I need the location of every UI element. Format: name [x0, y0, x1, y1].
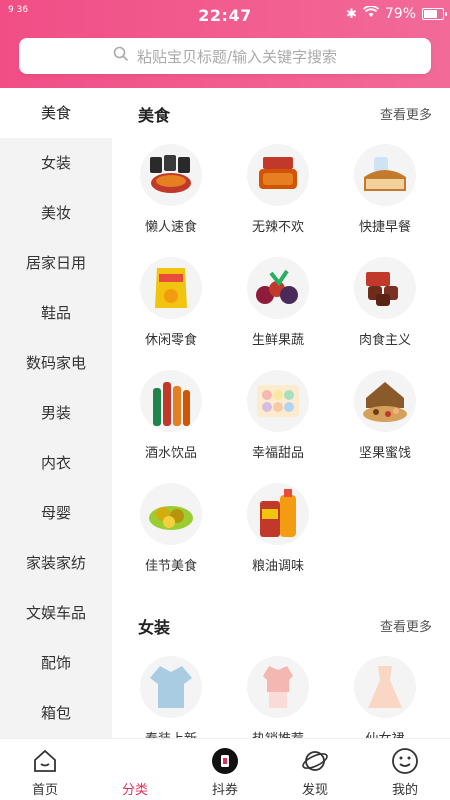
subcategory-item[interactable]: 快捷早餐 — [329, 134, 441, 246]
subcategory-label: 仙女裙 — [329, 728, 441, 738]
sidebar-item[interactable]: 美妆 — [0, 188, 112, 238]
subcategory-item[interactable]: 无辣不欢 — [222, 134, 334, 246]
subcategory-item[interactable]: 热销推荐 — [222, 646, 334, 738]
subcategory-label: 热销推荐 — [222, 728, 334, 738]
section-header: 美食 查看更多 — [112, 88, 450, 134]
subcategory-label: 坚果蜜饯 — [358, 446, 411, 461]
tab-label: 我的 — [391, 783, 418, 798]
macaron-icon — [247, 370, 309, 432]
subcategory-item[interactable]: 幸福甜品 — [222, 360, 334, 472]
sidebar-item[interactable]: 母婴 — [0, 488, 112, 538]
douyin-icon — [211, 747, 239, 775]
subcategory-label: 休闲零食 — [144, 333, 197, 348]
zongzi-icon — [140, 483, 202, 545]
drinks-icon — [140, 370, 202, 432]
subcategory-label: 粮油调味 — [251, 559, 304, 574]
spicy-meat-icon — [247, 144, 309, 206]
subcategory-item[interactable]: 仙女裙 — [329, 646, 441, 738]
battery-percent: 79% — [384, 6, 416, 22]
sidebar-item[interactable]: 家装家纺 — [0, 538, 112, 588]
tab-smile[interactable]: 我的 — [360, 739, 450, 800]
sidebar-item[interactable]: 内衣 — [0, 438, 112, 488]
view-more-link[interactable]: 查看更多 — [380, 616, 432, 635]
subcategory-item[interactable]: 生鲜果蔬 — [222, 247, 334, 359]
search-bar[interactable]: 粘贴宝贝标题/输入关键字搜索 — [19, 38, 431, 74]
chips-icon — [140, 257, 202, 319]
category-section: 女装 查看更多春装上新热销推荐仙女裙 — [112, 600, 450, 738]
subcategory-label: 佳节美食 — [144, 559, 197, 574]
meat-icon — [354, 257, 416, 319]
status-bar: 9 36 22:47 ✱ 79% — [0, 0, 450, 32]
tab-planet[interactable]: 发现 — [270, 739, 360, 800]
header: 9 36 22:47 ✱ 79% 粘贴宝贝标题/输入关键字搜索 — [0, 0, 450, 88]
sidebar-item[interactable]: 女装 — [0, 138, 112, 188]
sidebar-item[interactable]: 数码家电 — [0, 338, 112, 388]
subcategory-item[interactable]: 休闲零食 — [115, 247, 227, 359]
subcategory-label: 懒人速食 — [144, 220, 197, 235]
subcategory-item[interactable]: 春装上新 — [115, 646, 227, 738]
category-icon — [121, 747, 149, 775]
sidebar-item[interactable]: 居家日用 — [0, 238, 112, 288]
home-icon — [31, 747, 59, 775]
subcategory-item[interactable]: 坚果蜜饯 — [329, 360, 441, 472]
subcategory-item[interactable]: 粮油调味 — [222, 473, 334, 585]
tab-label: 发现 — [301, 783, 328, 798]
tab-category[interactable]: 分类 — [90, 739, 180, 800]
category-content: 美食 查看更多 懒人速食 无辣不欢 快捷早餐 休闲零食 生鲜果蔬 肉食主义 酒水饮品 幸福甜品 坚果… — [112, 88, 450, 738]
bottom-nav: 首页 分类 抖券 发现 我的 — [0, 738, 450, 800]
sidebar-item[interactable]: 文娱车品 — [0, 588, 112, 638]
subcategory-label: 春装上新 — [115, 728, 227, 738]
outfit-icon — [247, 656, 309, 718]
subcategory-label: 幸福甜品 — [251, 446, 304, 461]
section-title: 美食 — [138, 106, 171, 125]
subcategory-label: 肉食主义 — [358, 333, 411, 348]
smile-icon — [391, 747, 419, 775]
sidebar-item[interactable]: 男装 — [0, 388, 112, 438]
wifi-icon — [362, 5, 379, 22]
fruit-icon — [247, 257, 309, 319]
tab-label: 首页 — [31, 783, 58, 798]
sidebar-item[interactable]: 箱包 — [0, 688, 112, 738]
section-title: 女装 — [138, 618, 171, 637]
tab-label: 抖券 — [211, 783, 238, 798]
view-more-link[interactable]: 查看更多 — [380, 104, 432, 123]
battery-icon — [422, 8, 447, 20]
bread-icon — [354, 144, 416, 206]
subcategory-item[interactable]: 肉食主义 — [329, 247, 441, 359]
search-input[interactable]: 粘贴宝贝标题/输入关键字搜索 — [137, 46, 337, 67]
subcategory-label: 快捷早餐 — [358, 220, 411, 235]
status-right: ✱ 79% — [345, 5, 447, 22]
category-section: 美食 查看更多懒人速食 无辣不欢 快捷早餐休闲零食 生鲜果蔬 肉食主义酒水饮品 幸福甜品 坚果… — [112, 88, 450, 574]
category-sidebar: 美食 女装 美妆 居家日用 鞋品 数码家电 男装 内衣 母婴 家装家纺 文娱车品 配饰 箱包 — [0, 88, 112, 738]
noodles-icon — [140, 144, 202, 206]
subcategory-item[interactable]: 酒水饮品 — [115, 360, 227, 472]
nuts-icon — [354, 370, 416, 432]
subcategory-label: 酒水饮品 — [144, 446, 197, 461]
section-header: 女装 查看更多 — [112, 600, 450, 646]
tab-douyin[interactable]: 抖券 — [180, 739, 270, 800]
tab-label: 分类 — [121, 783, 148, 798]
subcategory-item[interactable]: 懒人速食 — [115, 134, 227, 246]
subcategory-label: 无辣不欢 — [251, 220, 304, 235]
subcategory-label: 生鲜果蔬 — [251, 333, 304, 348]
bluetooth-icon: ✱ — [345, 6, 357, 22]
sidebar-item[interactable]: 美食 — [0, 88, 112, 138]
sidebar-item[interactable]: 配饰 — [0, 638, 112, 688]
blouse-icon — [140, 656, 202, 718]
planet-icon — [301, 747, 329, 775]
tab-home[interactable]: 首页 — [0, 739, 90, 800]
sidebar-item[interactable]: 鞋品 — [0, 288, 112, 338]
search-icon — [113, 46, 129, 66]
subcategory-item[interactable]: 佳节美食 — [115, 473, 227, 585]
dress-icon — [354, 656, 416, 718]
oil-icon — [247, 483, 309, 545]
